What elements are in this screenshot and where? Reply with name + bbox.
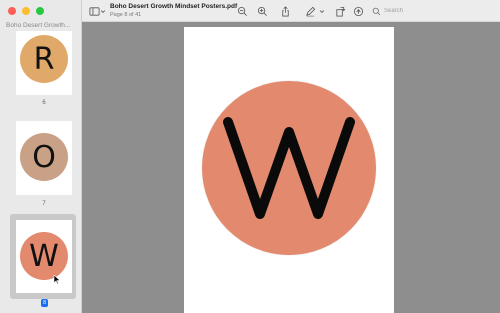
document-title: Boho Desert Growth Mindset Posters.pdf xyxy=(110,3,238,10)
poster-circle: W xyxy=(202,81,376,255)
sidebar-document-name: Boho Desert Growth... xyxy=(6,22,71,29)
thumbnail-letter: R xyxy=(33,41,55,77)
thumbnail-page-6[interactable]: R xyxy=(16,31,72,95)
thumbnail-letter: O xyxy=(32,139,56,175)
minimize-window-button[interactable] xyxy=(22,7,30,15)
thumbnail-letter: W xyxy=(29,238,59,274)
maximize-window-button[interactable] xyxy=(36,7,44,15)
toolbar: Boho Desert Growth Mindset Posters.pdf P… xyxy=(82,0,500,22)
preview-window: Boho Desert Growth... R 6 O 7 W 8 Boho D… xyxy=(0,0,500,313)
thumbnail-sidebar: Boho Desert Growth... R 6 O 7 W 8 xyxy=(0,0,82,313)
sidebar-menu-chevron-icon[interactable] xyxy=(100,5,106,17)
page-indicator: Page 8 of 41 xyxy=(110,11,142,18)
close-window-button[interactable] xyxy=(8,7,16,15)
thumbnail-circle: R xyxy=(20,35,68,83)
sidebar-toggle-icon[interactable] xyxy=(88,5,100,17)
thumbnail-page-number-selected: 8 xyxy=(41,299,48,307)
thumbnail-circle: O xyxy=(20,133,68,181)
poster-letter-w xyxy=(223,117,355,219)
mouse-cursor-icon xyxy=(53,275,61,285)
document-viewer[interactable]: W xyxy=(82,22,500,313)
search-icon xyxy=(372,7,381,15)
rotate-icon[interactable] xyxy=(334,5,346,17)
annotate-icon[interactable] xyxy=(352,5,364,17)
search-input[interactable] xyxy=(384,8,484,14)
share-icon[interactable] xyxy=(279,5,291,17)
thumbnail-page-8[interactable]: W xyxy=(16,220,72,293)
thumbnail-circle: W xyxy=(20,232,68,280)
window-controls xyxy=(8,7,44,15)
thumbnail-page-7[interactable]: O xyxy=(16,121,72,195)
thumbnail-page-number: 7 xyxy=(42,201,46,207)
page-footer xyxy=(264,306,314,308)
zoom-out-icon[interactable] xyxy=(236,5,248,17)
chevron-down-icon[interactable] xyxy=(319,5,325,17)
thumbnail-page-number: 6 xyxy=(42,100,46,106)
pdf-page: W xyxy=(184,27,394,313)
zoom-in-icon[interactable] xyxy=(256,5,268,17)
search-field[interactable] xyxy=(372,5,496,17)
markup-icon[interactable] xyxy=(304,5,316,17)
